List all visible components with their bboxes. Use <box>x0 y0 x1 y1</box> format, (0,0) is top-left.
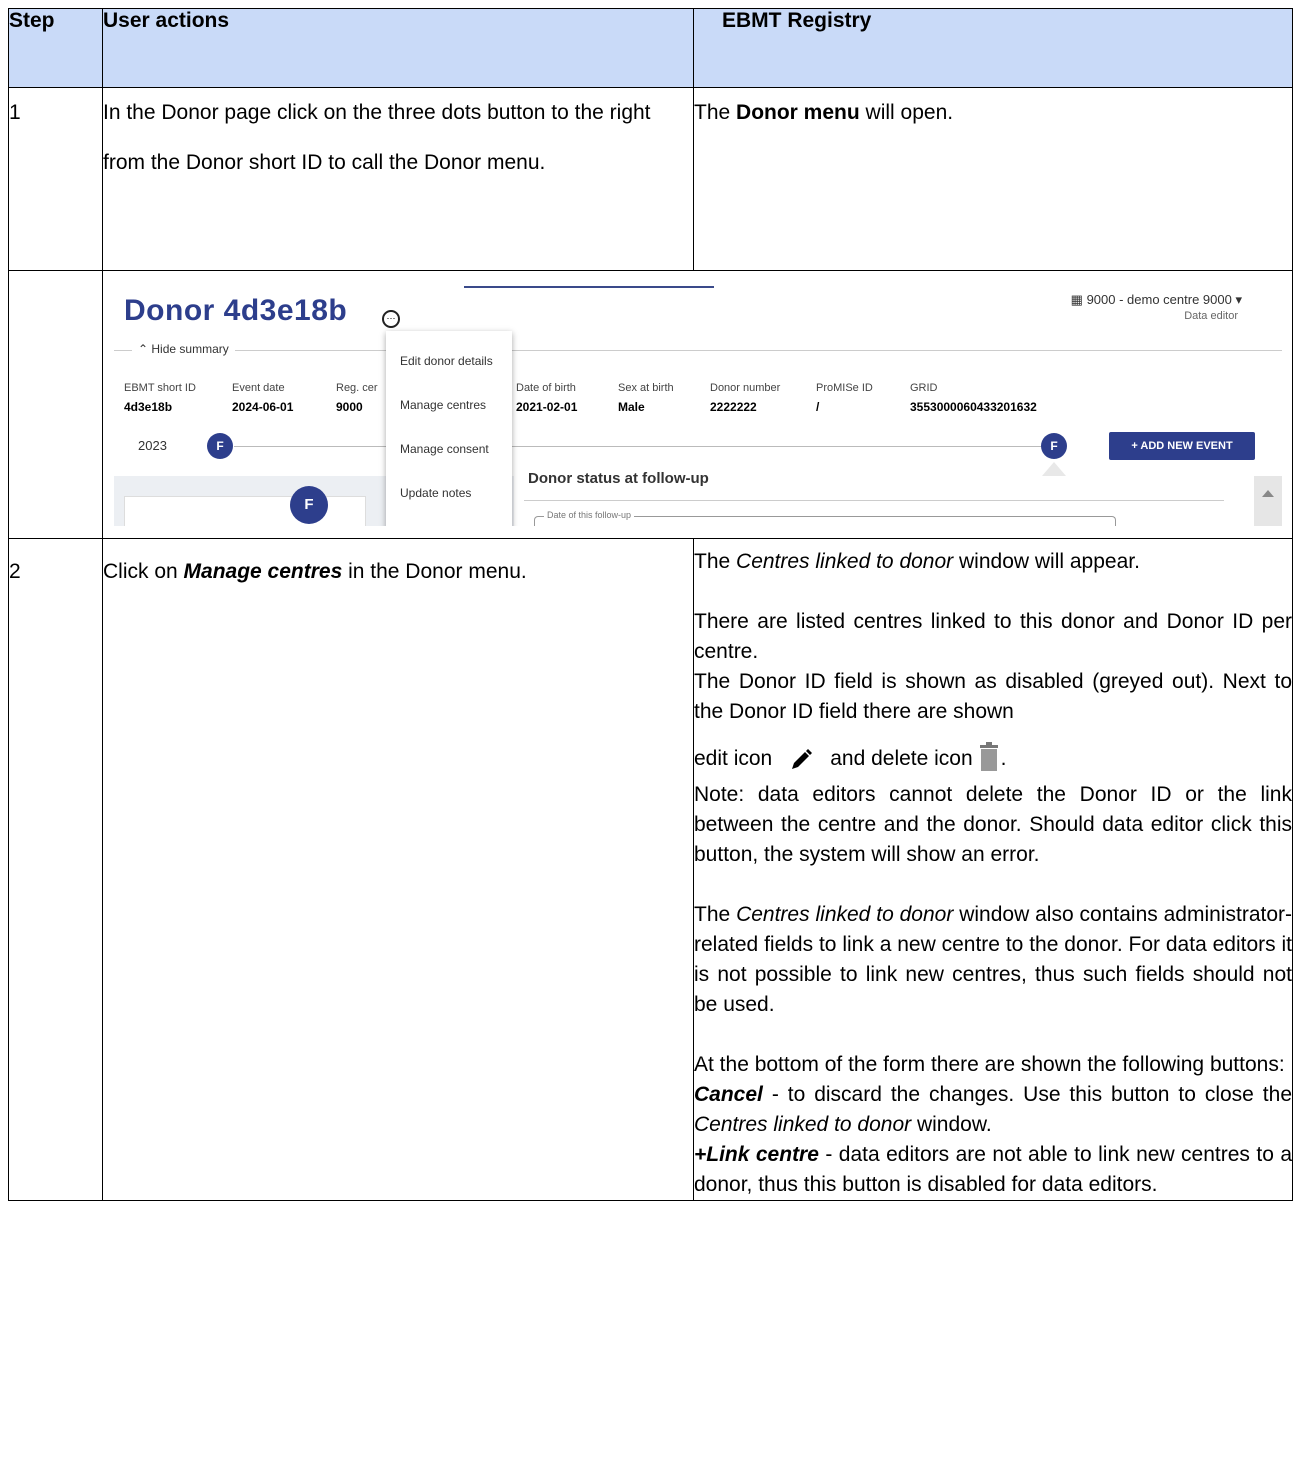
summary-value: / <box>816 400 820 414</box>
summary-label: EBMT short ID <box>124 382 196 394</box>
menu-item-update-notes[interactable]: Update notes <box>400 486 471 500</box>
registry-result: The Donor menu will open. <box>693 87 1293 271</box>
summary-value: 2021-02-01 <box>516 400 578 414</box>
paragraph: At the bottom of the form there are show… <box>694 1053 1285 1076</box>
summary-label: Donor number <box>710 382 781 394</box>
summary-label: Sex at birth <box>618 382 674 394</box>
chevron-up-icon: ⌃ <box>138 342 152 356</box>
timeline <box>234 446 1054 447</box>
hospital-icon: ▦ <box>1070 292 1087 307</box>
steps-table: Step User actions EBMT Registry 1 In the… <box>8 8 1293 1201</box>
header-user-actions: User actions <box>102 8 694 88</box>
summary-value: 9000 <box>336 400 363 414</box>
paragraph: +Link centre - data editors are not able… <box>694 1143 1292 1196</box>
event-badge[interactable]: F <box>290 486 328 524</box>
chevron-down-icon: ▾ <box>1235 292 1242 307</box>
summary-value: 4d3e18b <box>124 400 173 414</box>
summary-label: Event date <box>232 382 285 394</box>
table-row: 2 Click on Manage centres in the Donor m… <box>8 538 1293 1201</box>
paragraph: The Donor ID field is shown as disabled … <box>694 670 1292 723</box>
form-divider <box>524 500 1224 501</box>
summary-label: Date of birth <box>516 382 576 394</box>
screenshot-cell: Donor 4d3e18b ⋯ ▦ 9000 - demo centre 900… <box>102 270 1293 539</box>
summary-value: Male <box>618 400 645 414</box>
event-badge[interactable]: F <box>207 433 233 459</box>
document: Step User actions EBMT Registry 1 In the… <box>8 8 1293 1201</box>
paragraph: There are listed centres linked to this … <box>694 610 1292 663</box>
user-action: Click on Manage centres in the Donor men… <box>102 538 694 1201</box>
donor-title: Donor 4d3e18b <box>124 294 348 327</box>
paragraph: The Centres linked to donor window also … <box>694 903 1292 1016</box>
user-action: In the Donor page click on the three dot… <box>102 87 694 271</box>
three-dots-button[interactable]: ⋯ <box>382 310 400 328</box>
step-number: 2 <box>8 538 103 1201</box>
menu-item-edit-donor-details[interactable]: Edit donor details <box>400 354 493 368</box>
empty-cell <box>8 270 103 539</box>
scroll-up-icon[interactable] <box>1262 490 1274 497</box>
date-field-label: Date of this follow-up <box>544 510 635 520</box>
paragraph: Note: data editors cannot delete the Don… <box>694 783 1292 866</box>
paragraph: Cancel - to discard the changes. Use thi… <box>694 1083 1292 1136</box>
follow-up-form: Donor status at follow-up Date of this f… <box>514 470 1254 526</box>
summary-value: 2222222 <box>710 400 757 414</box>
pencil-icon <box>790 749 813 780</box>
summary-label: GRID <box>910 382 938 394</box>
summary-label: ProMISe ID <box>816 382 873 394</box>
menu-item-manage-centres[interactable]: Manage centres <box>400 398 486 412</box>
tab-indicator <box>464 286 714 288</box>
paragraph: edit icon and delete icon. <box>694 741 1292 780</box>
donor-page-screenshot: Donor 4d3e18b ⋯ ▦ 9000 - demo centre 900… <box>114 286 1282 526</box>
table-row: 1 In the Donor page click on the three d… <box>8 87 1293 271</box>
summary-divider <box>114 350 1282 351</box>
menu-item-manage-consent[interactable]: Manage consent <box>400 442 489 456</box>
timeline-year: 2023 <box>138 438 167 453</box>
paragraph: The Centres linked to donor window will … <box>694 550 1140 573</box>
centre-selector[interactable]: ▦ 9000 - demo centre 9000 ▾ <box>1071 292 1242 308</box>
registry-result: The Centres linked to donor window will … <box>693 538 1293 1201</box>
event-card <box>124 496 366 526</box>
header-row: Step User actions EBMT Registry <box>8 8 1293 88</box>
event-badge[interactable]: F <box>1041 433 1067 459</box>
form-title: Donor status at follow-up <box>528 470 709 487</box>
step-number: 1 <box>8 87 103 271</box>
add-new-event-button[interactable]: + ADD NEW EVENT <box>1109 432 1255 460</box>
header-step: Step <box>8 8 103 88</box>
trash-icon <box>979 741 999 780</box>
hide-summary-toggle[interactable]: ⌃ Hide summary <box>132 342 235 356</box>
summary-value: 3553000060433201632 <box>910 400 1037 414</box>
screenshot-row: Donor 4d3e18b ⋯ ▦ 9000 - demo centre 900… <box>8 270 1293 539</box>
summary-label: Reg. cer <box>336 382 378 394</box>
scrollbar[interactable] <box>1254 476 1282 526</box>
user-role: Data editor <box>1184 310 1238 322</box>
summary-value: 2024-06-01 <box>232 400 294 414</box>
selection-pointer <box>1042 462 1066 476</box>
donor-menu: Edit donor details Manage centres Manage… <box>386 331 512 526</box>
header-registry: EBMT Registry <box>693 8 1293 88</box>
